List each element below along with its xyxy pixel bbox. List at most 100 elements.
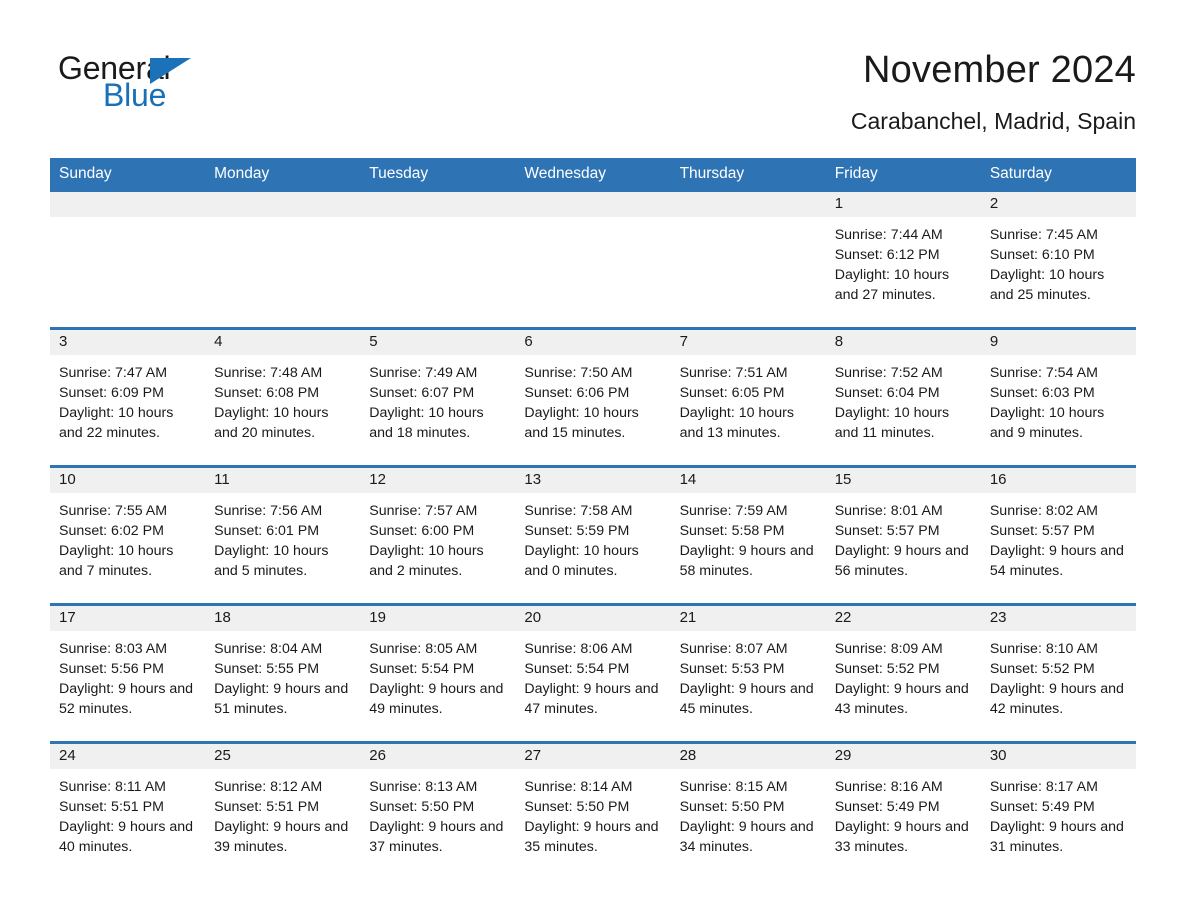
daylight-text: Daylight: 9 hours and 39 minutes. (214, 818, 349, 855)
day-number: 12 (360, 467, 516, 493)
title-block: November 2024 Carabanchel, Madrid, Spain (851, 48, 1136, 134)
sunset-text: Sunset: 6:03 PM (989, 384, 1095, 401)
calendar-day-cell[interactable]: 22 Sunrise: 8:09 AM Sunset: 5:52 PM Dayligh… (825, 605, 981, 741)
calendar-day-cell[interactable]: 5 Sunrise: 7:49 AM Sunset: 6:07 PM Daylight… (360, 329, 516, 465)
sunrise-text: Sunrise: 7:48 AM (214, 364, 323, 381)
sunrise-text: Sunrise: 7:56 AM (214, 502, 323, 519)
day-details: Sunrise: 8:13 AM Sunset: 5:50 PM Daylight:… (360, 769, 515, 857)
daylight-text: Daylight: 9 hours and 42 minutes. (989, 680, 1124, 717)
day-number: 25 (205, 743, 361, 769)
page-title: November 2024 (863, 49, 1136, 91)
daylight-text: Daylight: 10 hours and 22 minutes. (59, 404, 174, 441)
day-details: Sunrise: 7:49 AM Sunset: 6:07 PM Daylight:… (360, 355, 515, 443)
calendar-day-cell-empty (515, 191, 671, 327)
calendar-day-cell[interactable]: 26 Sunrise: 8:13 AM Sunset: 5:50 PM Dayligh… (360, 743, 516, 879)
daylight-text: Daylight: 9 hours and 34 minutes. (679, 818, 814, 855)
calendar-day-cell[interactable]: 21 Sunrise: 8:07 AM Sunset: 5:53 PM Dayligh… (670, 605, 826, 741)
day-number (50, 191, 206, 217)
calendar-day-cell[interactable]: 2 Sunrise: 7:45 AM Sunset: 6:10 PM Daylight… (980, 191, 1136, 327)
day-number: 20 (515, 605, 671, 631)
daylight-text: Daylight: 9 hours and 45 minutes. (679, 680, 814, 717)
calendar-day-cell[interactable]: 20 Sunrise: 8:06 AM Sunset: 5:54 PM Dayligh… (515, 605, 671, 741)
calendar-day-cell[interactable]: 1 Sunrise: 7:44 AM Sunset: 6:12 PM Daylight… (825, 191, 981, 327)
day-number (515, 191, 671, 217)
day-details: Sunrise: 8:10 AM Sunset: 5:52 PM Daylight:… (981, 631, 1136, 719)
sunset-text: Sunset: 6:01 PM (214, 522, 320, 539)
day-details: Sunrise: 8:04 AM Sunset: 5:55 PM Daylight:… (205, 631, 360, 719)
sunset-text: Sunset: 5:50 PM (679, 798, 785, 815)
daylight-text: Daylight: 9 hours and 51 minutes. (214, 680, 349, 717)
calendar-day-cell[interactable]: 13 Sunrise: 7:58 AM Sunset: 5:59 PM Dayligh… (515, 467, 671, 603)
generalblue-logo[interactable]: General Blue (58, 48, 208, 114)
calendar-day-cell[interactable]: 11 Sunrise: 7:56 AM Sunset: 6:01 PM Dayligh… (205, 467, 361, 603)
calendar-day-cell[interactable]: 6 Sunrise: 7:50 AM Sunset: 6:06 PM Daylight… (515, 329, 671, 465)
daylight-text: Daylight: 10 hours and 25 minutes. (989, 266, 1105, 303)
calendar-day-cell[interactable]: 28 Sunrise: 8:15 AM Sunset: 5:50 PM Dayligh… (670, 743, 826, 879)
sunrise-text: Sunrise: 8:10 AM (989, 640, 1098, 657)
calendar-day-cell[interactable]: 4 Sunrise: 7:48 AM Sunset: 6:08 PM Daylight… (205, 329, 361, 465)
sunrise-text: Sunrise: 8:01 AM (834, 502, 943, 519)
sunrise-text: Sunrise: 8:04 AM (214, 640, 323, 657)
sunset-text: Sunset: 6:09 PM (59, 384, 164, 401)
daylight-text: Daylight: 10 hours and 5 minutes. (214, 542, 329, 579)
calendar-day-cell[interactable]: 3 Sunrise: 7:47 AM Sunset: 6:09 PM Daylight… (50, 329, 206, 465)
sunset-text: Sunset: 5:51 PM (59, 798, 164, 815)
day-number: 26 (360, 743, 516, 769)
page-subtitle: Carabanchel, Madrid, Spain (850, 107, 1136, 134)
daylight-text: Daylight: 10 hours and 0 minutes. (524, 542, 639, 579)
calendar-day-cell[interactable]: 18 Sunrise: 8:04 AM Sunset: 5:55 PM Dayligh… (205, 605, 361, 741)
calendar-day-cell[interactable]: 8 Sunrise: 7:52 AM Sunset: 6:04 PM Daylight… (825, 329, 981, 465)
daylight-text: Daylight: 10 hours and 18 minutes. (369, 404, 484, 441)
calendar-day-cell[interactable]: 10 Sunrise: 7:55 AM Sunset: 6:02 PM Dayligh… (50, 467, 206, 603)
weekday-header-friday: Friday (834, 165, 878, 182)
day-number: 7 (670, 329, 826, 355)
calendar-day-cell[interactable]: 9 Sunrise: 7:54 AM Sunset: 6:03 PM Daylight… (980, 329, 1136, 465)
day-details: Sunrise: 7:44 AM Sunset: 6:12 PM Daylight:… (826, 217, 981, 305)
day-details: Sunrise: 8:05 AM Sunset: 5:54 PM Daylight:… (360, 631, 515, 719)
daylight-text: Daylight: 9 hours and 52 minutes. (59, 680, 194, 717)
day-details: Sunrise: 8:14 AM Sunset: 5:50 PM Daylight:… (515, 769, 670, 857)
sunset-text: Sunset: 6:08 PM (214, 384, 320, 401)
calendar-day-cell[interactable]: 25 Sunrise: 8:12 AM Sunset: 5:51 PM Dayligh… (205, 743, 361, 879)
sunset-text: Sunset: 5:52 PM (834, 660, 940, 677)
sunrise-text: Sunrise: 8:12 AM (214, 778, 323, 795)
calendar-day-cell[interactable]: 12 Sunrise: 7:57 AM Sunset: 6:00 PM Dayligh… (360, 467, 516, 603)
calendar-day-cell[interactable]: 16 Sunrise: 8:02 AM Sunset: 5:57 PM Dayligh… (980, 467, 1136, 603)
calendar-day-cell[interactable]: 29 Sunrise: 8:16 AM Sunset: 5:49 PM Dayligh… (825, 743, 981, 879)
daylight-text: Daylight: 9 hours and 40 minutes. (59, 818, 194, 855)
sunrise-text: Sunrise: 8:16 AM (834, 778, 943, 795)
day-details: Sunrise: 8:07 AM Sunset: 5:53 PM Daylight:… (671, 631, 826, 719)
sunset-text: Sunset: 6:04 PM (834, 384, 940, 401)
weekday-header-monday: Monday (214, 165, 270, 182)
calendar-day-cell[interactable]: 23 Sunrise: 8:10 AM Sunset: 5:52 PM Dayligh… (980, 605, 1136, 741)
calendar-day-cell[interactable]: 7 Sunrise: 7:51 AM Sunset: 6:05 PM Daylight… (670, 329, 826, 465)
calendar-day-cell[interactable]: 27 Sunrise: 8:14 AM Sunset: 5:50 PM Dayligh… (515, 743, 671, 879)
day-number: 23 (980, 605, 1136, 631)
day-details: Sunrise: 7:48 AM Sunset: 6:08 PM Daylight:… (205, 355, 360, 443)
calendar-day-cell-empty (360, 191, 516, 327)
sunset-text: Sunset: 6:06 PM (524, 384, 630, 401)
calendar-week-row: 3 Sunrise: 7:47 AM Sunset: 6:09 PM Daylight… (50, 326, 1136, 465)
calendar-day-cell-empty (670, 191, 826, 327)
calendar-day-cell[interactable]: 30 Sunrise: 8:17 AM Sunset: 5:49 PM Dayligh… (980, 743, 1136, 879)
calendar-day-cell[interactable]: 17 Sunrise: 8:03 AM Sunset: 5:56 PM Dayligh… (50, 605, 206, 741)
calendar-day-cell[interactable]: 19 Sunrise: 8:05 AM Sunset: 5:54 PM Dayligh… (360, 605, 516, 741)
day-number: 10 (50, 467, 206, 493)
sunset-text: Sunset: 5:49 PM (989, 798, 1095, 815)
calendar-day-cell-empty (50, 191, 206, 327)
calendar-day-cell[interactable]: 14 Sunrise: 7:59 AM Sunset: 5:58 PM Dayligh… (670, 467, 826, 603)
daylight-text: Daylight: 10 hours and 2 minutes. (369, 542, 484, 579)
calendar-week-row: 17 Sunrise: 8:03 AM Sunset: 5:56 PM Dayligh… (50, 602, 1136, 741)
sunset-text: Sunset: 5:59 PM (524, 522, 630, 539)
day-details: Sunrise: 7:51 AM Sunset: 6:05 PM Daylight:… (671, 355, 826, 443)
sunset-text: Sunset: 6:07 PM (369, 384, 475, 401)
daylight-text: Daylight: 10 hours and 15 minutes. (524, 404, 639, 441)
logo-text-blue: Blue (103, 77, 167, 113)
calendar-day-cell[interactable]: 15 Sunrise: 8:01 AM Sunset: 5:57 PM Dayligh… (825, 467, 981, 603)
weekday-header-saturday: Saturday (989, 165, 1052, 182)
sunset-text: Sunset: 5:55 PM (214, 660, 320, 677)
day-number: 28 (670, 743, 826, 769)
daylight-text: Daylight: 10 hours and 27 minutes. (834, 266, 950, 303)
day-number: 15 (825, 467, 981, 493)
calendar-day-cell[interactable]: 24 Sunrise: 8:11 AM Sunset: 5:51 PM Dayligh… (50, 743, 206, 879)
